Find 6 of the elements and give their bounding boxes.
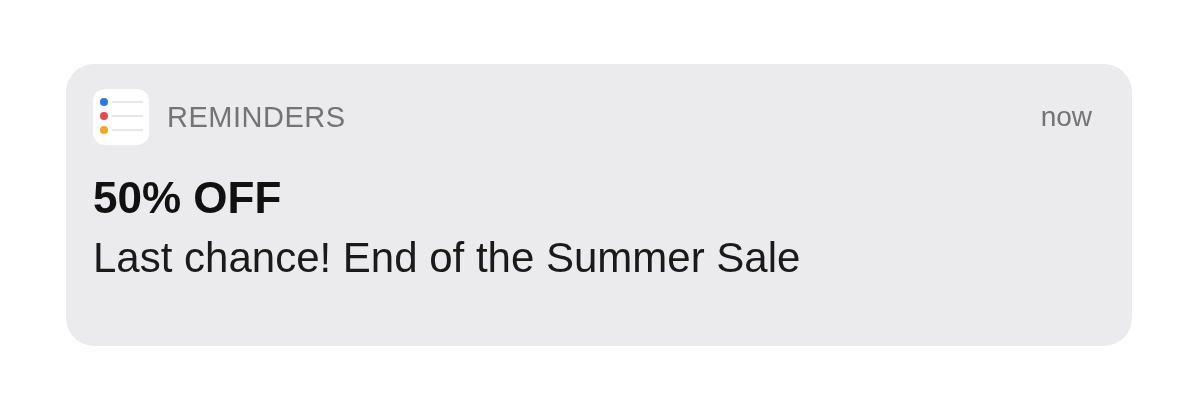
notification-card[interactable]: REMINDERS now 50% OFF Last chance! End of the Summer Sale <box>66 64 1132 346</box>
notification-title: 50% OFF <box>93 173 283 223</box>
timestamp: now <box>1040 101 1092 133</box>
app-name: REMINDERS <box>167 100 346 134</box>
list-app-icon <box>93 89 149 145</box>
notification-body: Last chance! End of the Summer Sale <box>93 233 802 283</box>
